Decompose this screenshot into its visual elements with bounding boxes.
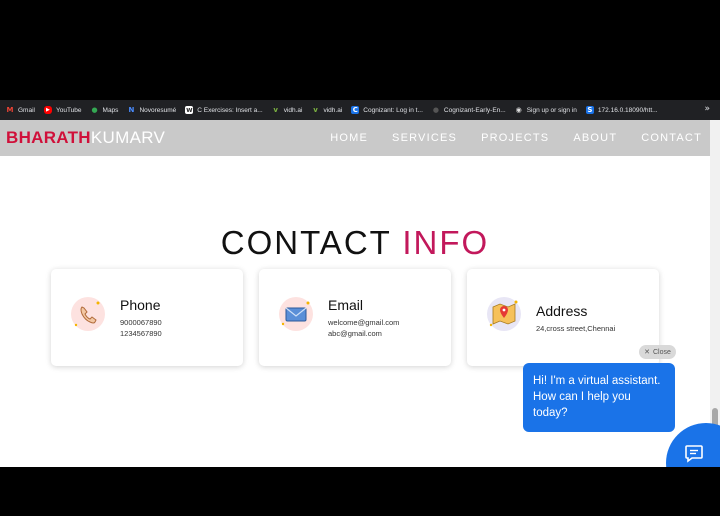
address-card: Address 24,cross street,Chennai — [467, 269, 659, 366]
close-icon: ✕ — [644, 349, 650, 356]
screen-bottom-border — [0, 467, 720, 516]
bookmark-vidh-2[interactable]: v vidh.ai — [311, 106, 342, 114]
phone-number-2: 1234567890 — [120, 329, 162, 338]
nav-services[interactable]: SERVICES — [392, 132, 457, 144]
bookmarks-overflow-icon[interactable]: » — [704, 104, 710, 114]
bookmark-label: Sign up or sign in — [526, 106, 577, 114]
youtube-icon: ▶ — [43, 106, 52, 114]
globe-icon: ◉ — [515, 106, 522, 114]
cognizant-icon: C — [351, 106, 360, 114]
phone-title: Phone — [120, 297, 161, 313]
chat-close-button[interactable]: ✕ Close — [639, 345, 676, 359]
email-title: Email — [328, 297, 364, 313]
w3resource-icon: w — [185, 106, 194, 114]
address-title: Address — [536, 303, 588, 319]
bookmark-sign-up[interactable]: ◉ Sign up or sign in — [515, 106, 577, 114]
bookmark-local-server[interactable]: S 172.16.0.18090/htt... — [585, 106, 658, 114]
bookmark-label: Cognizant-Early-En... — [443, 106, 506, 114]
bookmark-c-exercises[interactable]: wC Exercises: Insert a... — [185, 106, 263, 114]
bookmark-vidh-1[interactable]: v vidh.ai — [272, 106, 303, 114]
bookmark-label: YouTube — [55, 106, 82, 114]
bookmark-label: 172.16.0.18090/htt... — [597, 106, 658, 114]
email-address-2: abc@gmail.com — [328, 329, 382, 338]
nav-about[interactable]: ABOUT — [573, 132, 617, 144]
nav-projects[interactable]: PROJECTS — [481, 132, 549, 144]
bookmark-youtube[interactable]: ▶ YouTube — [43, 106, 82, 114]
screen-top-border — [0, 0, 720, 100]
bookmark-novoresume[interactable]: N Novoresumé — [127, 106, 177, 114]
bookmarks-bar: M Gmail ▶ YouTube ● Maps N Novoresumé wC Exe… — [0, 100, 720, 120]
phone-icon — [71, 297, 105, 331]
gmail-icon: M — [6, 106, 14, 114]
nav-home[interactable]: HOME — [330, 132, 368, 144]
logo-first-name: BHARATH — [6, 128, 91, 147]
envelope-icon — [279, 297, 313, 331]
nav-contact[interactable]: CONTACT — [641, 132, 702, 144]
main-nav: HOME SERVICES PROJECTS ABOUT CONTACT — [306, 132, 702, 144]
bookmark-label: Gmail — [18, 106, 35, 114]
bookmark-maps[interactable]: ● Maps — [91, 106, 119, 114]
address-line: 24,cross street,Chennai — [536, 324, 616, 333]
novoresume-icon: N — [128, 106, 135, 114]
contact-heading: CONTACT INFO — [0, 224, 710, 262]
bookmark-label: Maps — [102, 106, 119, 114]
bookmark-label: Cognizant: Log in t... — [363, 106, 423, 114]
bookmark-label: Novoresumé — [139, 106, 177, 114]
chat-icon — [685, 445, 703, 463]
phone-card: Phone 9000067890 1234567890 — [51, 269, 243, 366]
bookmark-cognizant-login[interactable]: C Cognizant: Log in t... — [351, 106, 423, 114]
phone-number-1: 9000067890 — [120, 318, 162, 327]
email-card: Email welcome@gmail.com abc@gmail.com — [259, 269, 451, 366]
chat-greeting-bubble[interactable]: Hi! I'm a virtual assistant. How can I h… — [523, 363, 675, 432]
page-scrollbar[interactable] — [710, 120, 720, 467]
vidh-icon: v — [313, 106, 318, 114]
bookmark-cognizant-early[interactable]: ● Cognizant-Early-En... — [432, 106, 506, 114]
bookmark-gmail[interactable]: M Gmail — [6, 106, 35, 114]
bookmark-label: vidh.ai — [323, 106, 343, 114]
vidh-icon: v — [273, 106, 278, 114]
heading-contact-word: CONTACT — [220, 224, 403, 261]
email-address-1: welcome@gmail.com — [328, 318, 400, 327]
map-pin-icon — [487, 297, 521, 331]
maps-icon: ● — [91, 106, 98, 114]
bookmark-label: C Exercises: Insert a... — [197, 106, 263, 114]
logo-last-name: KUMARV — [90, 128, 166, 147]
github-icon: ● — [432, 106, 439, 114]
site-header: BHARATHKUMARV HOME SERVICES PROJECTS ABO… — [0, 120, 710, 156]
bookmark-label: vidh.ai — [283, 106, 303, 114]
site-icon: S — [585, 106, 594, 114]
site-logo[interactable]: BHARATHKUMARV — [6, 128, 165, 148]
close-label: Close — [652, 348, 671, 356]
heading-info-word: INFO — [402, 224, 490, 261]
